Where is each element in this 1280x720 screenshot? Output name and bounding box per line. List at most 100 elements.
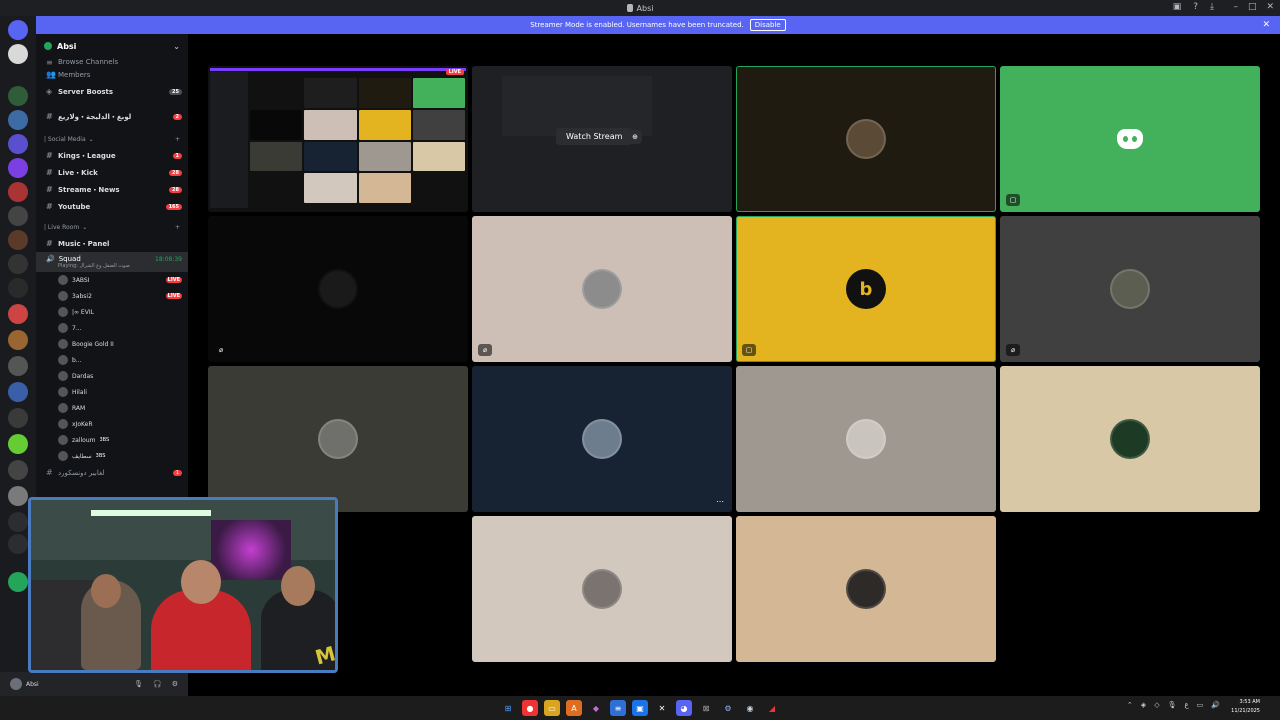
chevron-up-icon[interactable]: ⌃ — [1127, 701, 1133, 709]
server-icon[interactable] — [8, 572, 28, 592]
tray-app-icon[interactable]: ◈ — [1141, 701, 1146, 709]
server-icon[interactable] — [8, 408, 28, 428]
channel-streame-news[interactable]: # Streame・News 28 — [36, 181, 188, 198]
participant-tile[interactable]: ⌀ — [472, 216, 732, 362]
app-icon[interactable]: ◢ — [764, 700, 780, 716]
participant-tile[interactable] — [208, 366, 468, 512]
participant-tile[interactable] — [1000, 366, 1260, 512]
screen-share-tile[interactable]: LIVE — [208, 66, 468, 212]
voice-user[interactable]: 3ABSI LIVE — [36, 272, 188, 288]
server-icon[interactable] — [8, 158, 28, 178]
server-icon[interactable] — [8, 86, 28, 106]
server-icon[interactable] — [8, 486, 28, 506]
add-channel-icon[interactable]: + — [175, 224, 180, 231]
tray-app-icon[interactable]: ◇ — [1154, 701, 1159, 709]
server-icon[interactable] — [8, 44, 28, 64]
voice-user[interactable]: Hilali — [36, 384, 188, 400]
chrome-icon[interactable]: ● — [522, 700, 538, 716]
guild-header[interactable]: Absi ⌄ — [36, 34, 188, 58]
participant-tile[interactable] — [736, 516, 996, 662]
avatar[interactable] — [10, 678, 22, 690]
more-options-icon[interactable]: ⋯ — [716, 497, 724, 506]
voice-user[interactable]: RAM — [36, 400, 188, 416]
category-social-media[interactable]: | Social Media ⌄ + — [36, 131, 188, 147]
add-channel-icon[interactable]: + — [175, 136, 180, 143]
members-item[interactable]: 👥 Members — [36, 66, 188, 83]
inbox-icon[interactable]: ▣ — [1173, 2, 1182, 12]
app-icon[interactable]: ▣ — [632, 700, 648, 716]
add-server-icon[interactable] — [8, 512, 28, 532]
server-icon[interactable] — [8, 254, 28, 274]
gear-icon[interactable]: ⚙ — [720, 700, 736, 716]
stream-tile[interactable]: Watch Stream ⊕ — [472, 66, 732, 212]
server-icon[interactable] — [8, 330, 28, 350]
app-icon[interactable]: ◆ — [588, 700, 604, 716]
voice-user[interactable]: سطايف 3BS — [36, 448, 188, 464]
help-icon[interactable]: ? — [1193, 2, 1198, 12]
notepad-icon[interactable]: ≡ — [610, 700, 626, 716]
participant-tile[interactable] — [472, 516, 732, 662]
participant-tile[interactable]: b ▢ — [736, 216, 996, 362]
channel-arabic[interactable]: # لوبغ・الدليجة・ولاريع 2 — [36, 108, 188, 125]
voice-channel-squad[interactable]: 🔊 Squad 18:08:39 Playing: صوت الضقل وع ا… — [36, 252, 188, 272]
server-icon[interactable] — [8, 110, 28, 130]
server-icon[interactable] — [8, 134, 28, 154]
maximize-icon[interactable]: □ — [1248, 2, 1257, 12]
server-icon[interactable] — [8, 460, 28, 480]
gear-icon[interactable]: ⚙ — [172, 680, 178, 688]
browse-channels[interactable]: ≡ Browse Channels — [36, 58, 188, 67]
voice-user[interactable]: 3absi2 LIVE — [36, 288, 188, 304]
category-live-room[interactable]: | Live Room ⌄ + — [36, 219, 188, 235]
channel-last[interactable]: # لغابير دونسكورد 1 — [36, 464, 188, 481]
voice-user[interactable]: xJoKeR — [36, 416, 188, 432]
language-icon[interactable]: ع — [1184, 701, 1188, 709]
participant-tile[interactable]: ⌀ — [1000, 216, 1260, 362]
channel-youtube[interactable]: # Youtube 165 — [36, 198, 188, 215]
file-explorer-icon[interactable]: ▭ — [544, 700, 560, 716]
voice-user[interactable]: |∞ EVIL — [36, 304, 188, 320]
minimize-icon[interactable]: – — [1233, 2, 1238, 12]
server-boosts-item[interactable]: ◈ Server Boosts 25 — [36, 83, 188, 100]
participant-tile[interactable]: ▢ — [1000, 66, 1260, 212]
app-icon[interactable]: A — [566, 700, 582, 716]
clock[interactable]: 3:53 AM 11/21/2025 — [1231, 698, 1260, 716]
participant-tile[interactable] — [736, 66, 996, 212]
server-icon[interactable] — [8, 382, 28, 402]
headphones-icon[interactable]: 🎧 — [153, 680, 162, 688]
voice-user[interactable]: Boogie Gold II — [36, 336, 188, 352]
channel-kings-league[interactable]: # Kings・League 1 — [36, 147, 188, 164]
close-window-icon[interactable]: ✕ — [1266, 2, 1274, 12]
voice-user[interactable]: 7... — [36, 320, 188, 336]
server-icon[interactable] — [8, 206, 28, 226]
server-icon[interactable] — [8, 304, 28, 324]
channel-live-kick[interactable]: # Live・Kick 28 — [36, 164, 188, 181]
server-icon[interactable] — [8, 230, 28, 250]
network-icon[interactable]: ▭ — [1197, 701, 1204, 709]
server-icon[interactable] — [8, 434, 28, 454]
server-icon[interactable] — [8, 356, 28, 376]
voice-user[interactable]: zalloum 3BS — [36, 432, 188, 448]
microphone-icon[interactable]: 🎙 — [134, 680, 143, 688]
microphone-icon[interactable]: 🎙 — [1168, 701, 1177, 709]
server-icon[interactable] — [8, 278, 28, 298]
channel-music-panel[interactable]: # Music・Panel — [36, 235, 188, 252]
app-icon[interactable]: ⊠ — [698, 700, 714, 716]
volume-icon[interactable]: 🔊 — [1211, 701, 1220, 709]
participant-tile[interactable]: ⌀ — [208, 216, 468, 362]
server-icon[interactable] — [8, 182, 28, 202]
capcut-icon[interactable]: ✕ — [654, 700, 670, 716]
steam-icon[interactable]: ◉ — [742, 700, 758, 716]
disable-button[interactable]: Disable — [749, 19, 786, 31]
download-icon[interactable]: ⤓ — [1210, 2, 1214, 12]
windows-start-icon[interactable]: ⊞ — [500, 700, 516, 716]
close-banner-icon[interactable]: ✕ — [1262, 20, 1270, 30]
participant-tile[interactable]: ⋯ — [472, 366, 732, 512]
home-server-icon[interactable] — [8, 20, 28, 40]
discord-icon[interactable]: ◕ — [676, 700, 692, 716]
watch-stream-button[interactable]: Watch Stream — [556, 128, 633, 145]
discover-icon[interactable] — [8, 534, 28, 554]
voice-user[interactable]: b... — [36, 352, 188, 368]
popout-icon[interactable]: ⊕ — [628, 130, 642, 144]
participant-tile[interactable] — [736, 366, 996, 512]
voice-user[interactable]: Dardas — [36, 368, 188, 384]
